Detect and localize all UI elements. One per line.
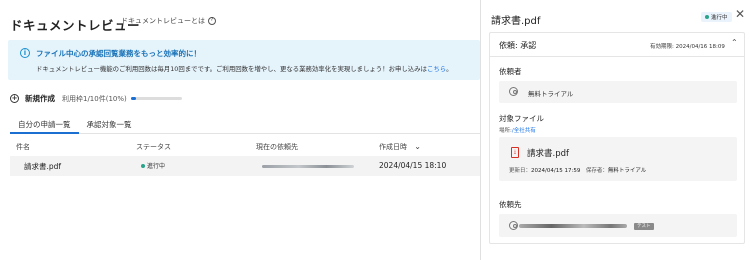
- file-location[interactable]: 場所:/全社共有: [499, 126, 536, 134]
- expiry-label: 有効期限:: [650, 44, 674, 50]
- target-file-label: 対象ファイル: [499, 114, 544, 123]
- request-card-header[interactable]: 依頼: 承認 有効期限: 2024/04/16 18:09 ⌃: [490, 33, 744, 57]
- status-dot: [705, 15, 709, 19]
- main-pane: ドキュメントレビュー ドキュメントレビューとは ? i ファイル中心の承認回覧業…: [0, 0, 480, 260]
- status-badge-label: 進行中: [147, 163, 166, 170]
- banner-title: ファイル中心の承認回覧業務をもっと効率的に！: [36, 48, 201, 58]
- status-dot: [141, 163, 145, 168]
- column-header-subject[interactable]: 件名: [16, 142, 30, 152]
- redacted-assignee: [262, 165, 354, 168]
- chevron-down-icon: ⌄: [414, 142, 421, 151]
- panel-status-badge: 進行中: [701, 12, 732, 22]
- redacted-assignee-name: [519, 224, 627, 228]
- detail-panel: 請求書.pdf 進行中 ✕ 依頼: 承認 有効期限: 2024/04/16 18…: [480, 0, 750, 260]
- saved-by-label: 保存者：: [585, 168, 608, 174]
- usage-progress-fill: [131, 97, 137, 100]
- expiry-value: 2024/04/16 18:09: [675, 44, 725, 50]
- banner-suffix: 。: [446, 65, 453, 73]
- updated-label: 更新日：: [509, 168, 532, 174]
- about-link-label: ドキュメントレビューとは: [121, 17, 205, 25]
- info-banner: i ファイル中心の承認回覧業務をもっと効率的に！ ドキュメントレビュー機能のご利…: [8, 40, 480, 80]
- saved-by-value: 無料トライアル: [607, 168, 647, 174]
- file-card[interactable]: ⤓ 請求書.pdf 更新日：2024/04/15 17:59 保存者：無料トライ…: [499, 137, 737, 181]
- row-subject[interactable]: 請求書.pdf: [24, 161, 61, 172]
- user-icon: [509, 87, 518, 96]
- close-icon[interactable]: ✕: [735, 8, 745, 20]
- expiry-date: 有効期限: 2024/04/16 18:09: [650, 42, 725, 50]
- usage-label: 利用枠1/10件(10%): [62, 95, 127, 103]
- table-row[interactable]: 請求書.pdf 進行中 2024/04/15 18:10: [10, 156, 480, 176]
- tab-bar: 自分の申請一覧 承認対象一覧: [10, 116, 480, 134]
- file-location-value: /全社共有: [511, 128, 536, 134]
- assignee-label: 依頼先: [499, 200, 522, 209]
- requester-name: 無料トライアル: [528, 90, 574, 98]
- banner-link[interactable]: こちら: [427, 65, 446, 73]
- request-title: 依頼: 承認: [499, 41, 537, 50]
- info-icon: i: [20, 48, 30, 58]
- column-header-assignee[interactable]: 現在の依頼先: [256, 142, 298, 152]
- banner-text: ドキュメントレビュー機能のご利用回数は毎月10回までです。ご利用回数を増やし、更…: [36, 64, 453, 73]
- test-tag: テスト: [634, 223, 654, 230]
- requester-label: 依頼者: [499, 67, 522, 76]
- row-created: 2024/04/15 18:10: [379, 161, 447, 170]
- requester-box: 無料トライアル: [499, 81, 737, 103]
- chevron-up-icon[interactable]: ⌃: [731, 38, 738, 47]
- tab-approval-targets[interactable]: 承認対象一覧: [79, 116, 140, 134]
- file-name: 請求書.pdf: [527, 149, 569, 159]
- create-new-button[interactable]: + 新規作成: [10, 93, 55, 104]
- user-icon: [509, 221, 518, 230]
- assignee-box: テスト: [499, 214, 737, 237]
- status-badge: 進行中: [141, 161, 165, 170]
- create-new-label: 新規作成: [25, 94, 55, 103]
- table-header: 件名 ステータス 現在の依頼先 作成日時 ⌄: [10, 138, 480, 154]
- file-meta: 更新日：2024/04/15 17:59 保存者：無料トライアル: [509, 166, 646, 174]
- column-header-created[interactable]: 作成日時 ⌄: [379, 142, 421, 152]
- request-card: 依頼: 承認 有効期限: 2024/04/16 18:09 ⌃ 依頼者 無料トラ…: [489, 32, 745, 244]
- panel-title: 請求書.pdf: [491, 16, 541, 27]
- panel-status-label: 進行中: [711, 15, 728, 21]
- usage-progress-bar: [131, 97, 182, 100]
- updated-value: 2024/04/15 17:59: [531, 168, 581, 174]
- about-link[interactable]: ドキュメントレビューとは ?: [121, 16, 216, 26]
- pdf-file-icon: ⤓: [511, 147, 519, 158]
- file-location-label: 場所:: [499, 128, 512, 134]
- plus-circle-icon: +: [10, 94, 19, 103]
- column-header-created-label: 作成日時: [379, 143, 407, 151]
- column-header-status[interactable]: ステータス: [136, 142, 171, 152]
- tab-my-requests[interactable]: 自分の申請一覧: [10, 116, 79, 134]
- question-circle-icon: ?: [208, 17, 216, 25]
- banner-body: ドキュメントレビュー機能のご利用回数は毎月10回までです。ご利用回数を増やし、更…: [36, 65, 427, 73]
